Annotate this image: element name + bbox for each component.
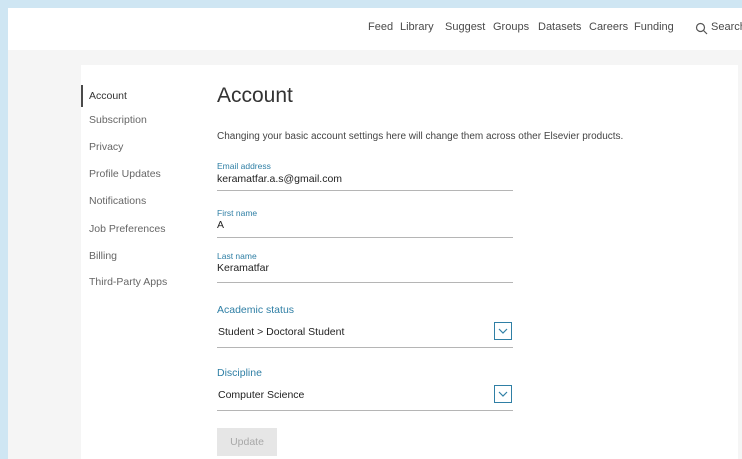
discipline-underline: [217, 410, 513, 411]
sidebar-item-privacy[interactable]: Privacy: [89, 141, 123, 153]
nav-careers[interactable]: Careers: [589, 21, 628, 33]
sidebar-item-profile-updates[interactable]: Profile Updates: [89, 168, 161, 180]
page-background: Account Subscription Privacy Profile Upd…: [8, 50, 742, 459]
sidebar-item-subscription[interactable]: Subscription: [89, 114, 147, 126]
email-field[interactable]: keramatfar.a.s@gmail.com: [217, 173, 342, 185]
nav-feed[interactable]: Feed: [368, 21, 393, 33]
email-underline: [217, 190, 513, 191]
email-label: Email address: [217, 161, 271, 171]
first-name-underline: [217, 237, 513, 238]
last-name-label: Last name: [217, 251, 257, 261]
academic-status-select[interactable]: Student > Doctoral Student: [218, 326, 344, 338]
academic-status-label: Academic status: [217, 304, 295, 316]
active-indicator: [81, 85, 83, 107]
search-icon[interactable]: [695, 22, 709, 36]
discipline-label: Discipline: [217, 367, 262, 379]
first-name-field[interactable]: A: [217, 219, 224, 231]
top-navigation-bar: Feed Library Suggest Groups Datasets Car…: [8, 8, 742, 50]
nav-library[interactable]: Library: [400, 21, 434, 33]
nav-datasets[interactable]: Datasets: [538, 21, 581, 33]
nav-suggest[interactable]: Suggest: [445, 21, 485, 33]
chevron-down-icon: [498, 391, 508, 397]
sidebar-item-job-preferences[interactable]: Job Preferences: [89, 223, 165, 235]
academic-status-dropdown-button[interactable]: [494, 322, 512, 340]
search-link[interactable]: Search: [711, 21, 742, 33]
nav-groups[interactable]: Groups: [493, 21, 529, 33]
update-button[interactable]: Update: [217, 428, 277, 456]
academic-status-underline: [217, 347, 513, 348]
nav-funding[interactable]: Funding: [634, 21, 674, 33]
sidebar-item-third-party-apps[interactable]: Third-Party Apps: [89, 276, 167, 288]
settings-card: Account Subscription Privacy Profile Upd…: [81, 65, 738, 459]
sidebar-item-notifications[interactable]: Notifications: [89, 195, 146, 207]
intro-text: Changing your basic account settings her…: [217, 131, 624, 142]
discipline-select[interactable]: Computer Science: [218, 389, 304, 401]
sidebar-item-account[interactable]: Account: [89, 90, 127, 102]
page-title: Account: [217, 84, 293, 107]
first-name-label: First name: [217, 208, 258, 218]
main-nav: Feed Library Suggest Groups Datasets Car…: [8, 8, 742, 50]
last-name-underline: [217, 282, 513, 283]
sidebar-item-billing[interactable]: Billing: [89, 250, 117, 262]
chevron-down-icon: [498, 328, 508, 334]
last-name-field[interactable]: Keramatfar: [217, 262, 269, 274]
discipline-dropdown-button[interactable]: [494, 385, 512, 403]
